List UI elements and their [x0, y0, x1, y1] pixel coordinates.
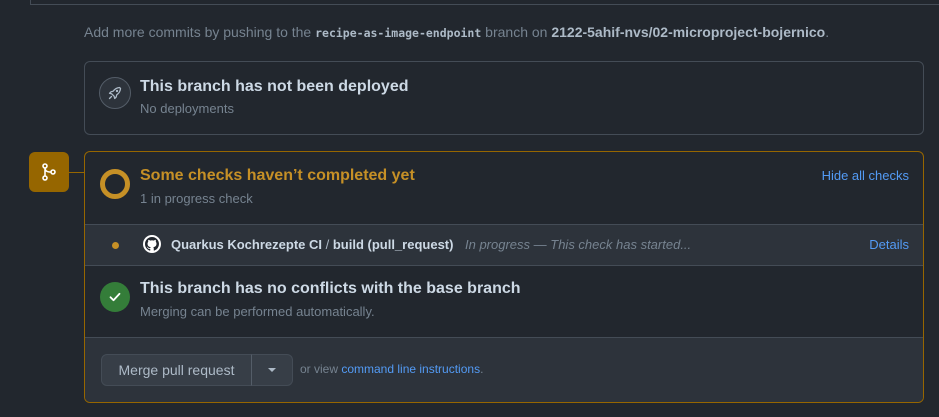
merge-status-box: Some checks haven’t completed yet 1 in p… [84, 151, 924, 403]
checks-title: Some checks haven’t completed yet [140, 167, 415, 184]
merge-actions: Merge pull request or view command line … [85, 337, 923, 402]
checks-subtitle: 1 in progress check [140, 191, 253, 206]
check-name: Quarkus Kochrezepte CI / build (pull_req… [171, 237, 453, 252]
timeline-connector [69, 172, 85, 173]
rocket-icon [99, 77, 131, 109]
chevron-down-icon [268, 368, 276, 372]
check-item: Quarkus Kochrezepte CI / build (pull_req… [85, 224, 923, 266]
branch-name[interactable]: recipe-as-image-endpoint [315, 26, 481, 40]
conflict-status: This branch has no conflicts with the ba… [85, 265, 923, 337]
view-prefix: or view [300, 362, 342, 376]
deployment-subtitle: No deployments [140, 101, 234, 116]
git-merge-icon [29, 152, 69, 192]
commit-hint: Add more commits by pushing to the recip… [84, 24, 829, 40]
commit-hint-middle: branch on [481, 24, 552, 40]
merge-method-dropdown[interactable] [251, 354, 293, 386]
in-progress-dot-icon [112, 242, 119, 249]
view-suffix: . [480, 362, 484, 376]
command-line-hint: or view command line instructions. [300, 362, 483, 376]
checks-header: Some checks haven’t completed yet 1 in p… [85, 152, 923, 224]
check-details-link[interactable]: Details [869, 237, 909, 252]
commit-hint-prefix: Add more commits by pushing to the [84, 24, 316, 40]
deployment-title: This branch has not been deployed [140, 78, 409, 95]
conflict-subtitle: Merging can be performed automatically. [140, 304, 375, 319]
check-job: build (pull_request) [332, 237, 454, 252]
timeline-divider [30, 0, 939, 5]
hide-all-checks-link[interactable]: Hide all checks [822, 168, 909, 183]
merge-pull-request-button[interactable]: Merge pull request [101, 354, 252, 386]
repo-name[interactable]: 2122-5ahif-nvs/02-microproject-bojernico [551, 24, 825, 40]
github-logo-icon [143, 235, 161, 253]
check-circle-icon [100, 282, 130, 312]
check-status-text: In progress — This check has started... [465, 237, 692, 252]
check-workflow: Quarkus Kochrezepte CI [171, 237, 322, 252]
command-line-instructions-link[interactable]: command line instructions [341, 362, 480, 376]
conflict-title: This branch has no conflicts with the ba… [140, 280, 521, 297]
deployment-box: This branch has not been deployed No dep… [84, 61, 924, 135]
pending-status-icon [100, 169, 130, 199]
check-separator: / [322, 237, 333, 252]
commit-hint-suffix: . [825, 24, 830, 40]
